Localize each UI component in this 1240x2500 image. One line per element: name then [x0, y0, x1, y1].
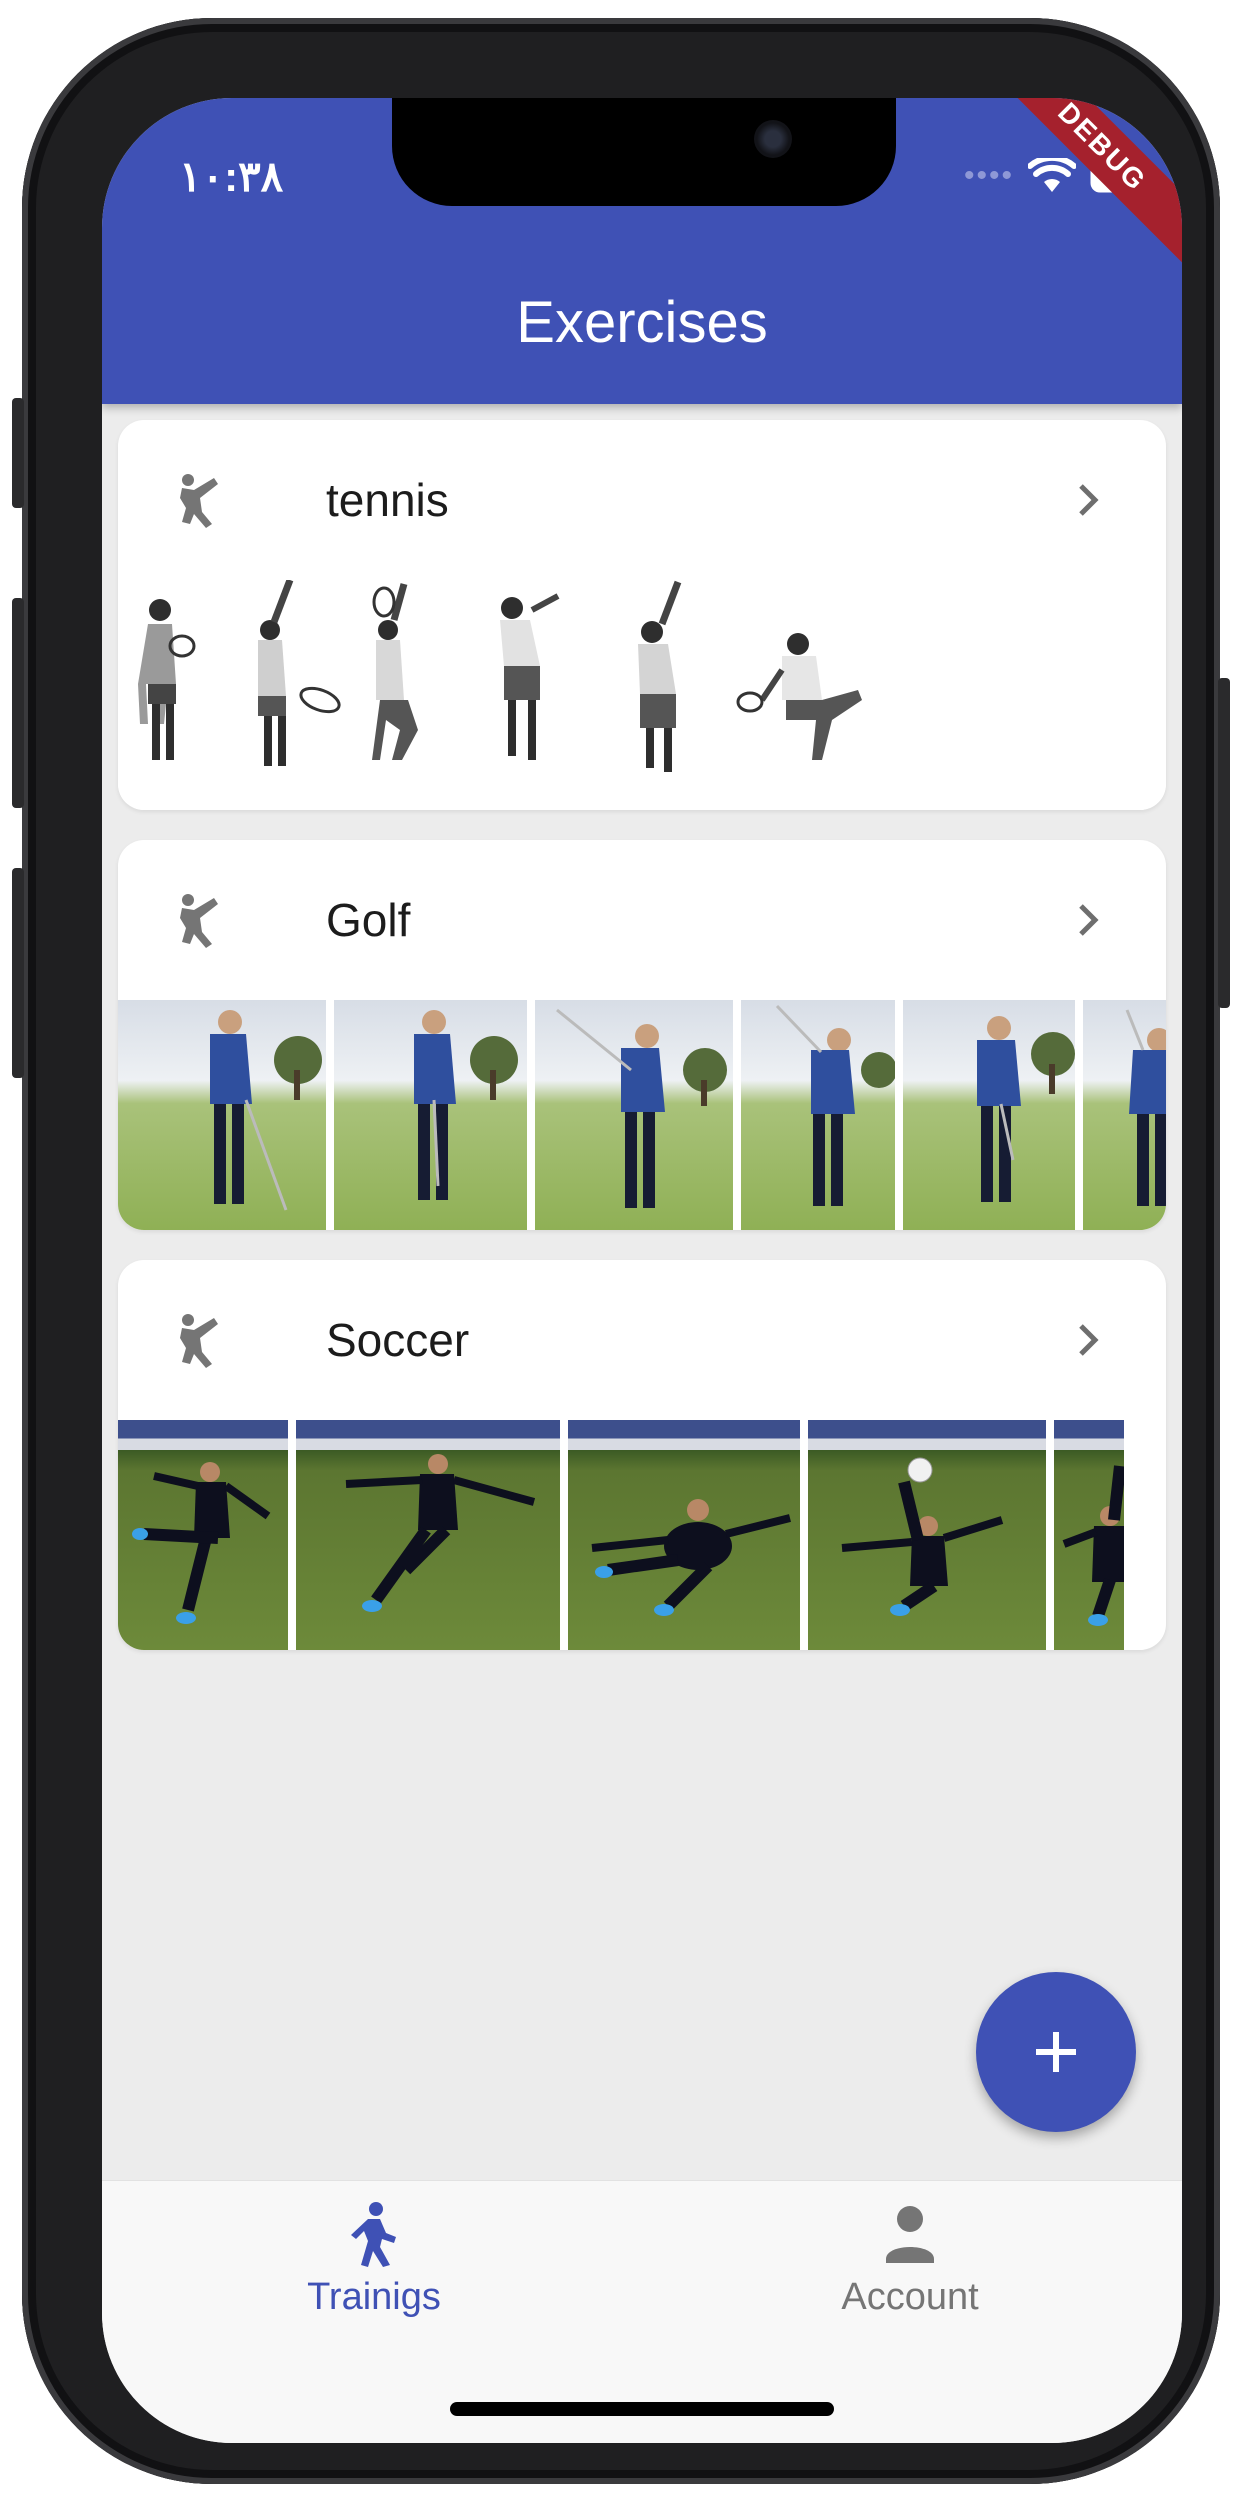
martial-arts-kick-icon	[180, 1314, 218, 1368]
martial-arts-kick-icon	[180, 474, 218, 528]
soccer-frame-image	[118, 1420, 288, 1650]
soccer-frame-image	[1054, 1420, 1124, 1650]
image-strip	[118, 580, 1166, 810]
soccer-frame-image	[296, 1420, 560, 1650]
notch	[392, 98, 896, 206]
exercise-card-soccer[interactable]: Soccer	[118, 1260, 1166, 1650]
chevron-right-icon[interactable]	[1070, 1322, 1106, 1358]
plus-icon	[1036, 2032, 1076, 2072]
front-camera	[754, 120, 792, 158]
nav-item-account[interactable]: Account	[780, 2201, 1040, 2319]
card-header[interactable]: tennis	[118, 420, 1166, 580]
image-strip	[118, 1000, 1166, 1230]
status-time: ١٠:٣٨	[179, 153, 284, 200]
soccer-frame-image	[568, 1420, 800, 1650]
golf-frame-image	[903, 1000, 1075, 1230]
app-bar: ١٠:٣٨ •••• DEBUG Exercises	[102, 98, 1182, 404]
volume-down-button	[12, 868, 24, 1078]
golf-frame-image	[118, 1000, 326, 1230]
card-title: Soccer	[326, 1314, 470, 1366]
tennis-sequence-image	[118, 580, 1166, 810]
image-strip	[118, 1420, 1166, 1650]
power-button	[1218, 678, 1230, 1008]
nav-label-account: Account	[841, 2276, 979, 2318]
martial-arts-kick-icon	[180, 894, 218, 948]
card-header[interactable]: Golf	[118, 840, 1166, 1000]
golf-frame-image	[1083, 1000, 1166, 1230]
app-screen: ١٠:٣٨ •••• DEBUG Exercises tennis Golf S…	[102, 98, 1182, 2443]
card-title: Golf	[326, 894, 411, 946]
home-indicator	[450, 2402, 834, 2416]
volume-up-button	[12, 598, 24, 808]
nav-item-trainings[interactable]: Trainigs	[244, 2201, 504, 2319]
person-icon	[886, 2206, 934, 2263]
chevron-right-icon[interactable]	[1070, 482, 1106, 518]
soccer-frame-image	[808, 1420, 1046, 1650]
exercise-card-golf[interactable]: Golf	[118, 840, 1166, 1230]
walking-person-icon	[351, 2202, 396, 2267]
card-title: tennis	[326, 474, 449, 526]
nav-label-trainings: Trainigs	[307, 2276, 441, 2318]
page-title: Exercises	[516, 290, 768, 355]
add-exercise-button[interactable]	[976, 1972, 1136, 2132]
phone-frame: ١٠:٣٨ •••• DEBUG Exercises tennis Golf S…	[12, 18, 1230, 2484]
mute-switch	[12, 398, 24, 508]
wifi-icon	[1028, 158, 1076, 192]
golf-frame-image	[334, 1000, 527, 1230]
chevron-right-icon[interactable]	[1070, 902, 1106, 938]
golf-frame-image	[741, 1000, 895, 1230]
golf-frame-image	[535, 1000, 733, 1230]
signal-dots-icon: ••••	[963, 159, 1014, 192]
exercise-card-tennis[interactable]: tennis	[118, 420, 1166, 810]
card-header[interactable]: Soccer	[118, 1260, 1166, 1420]
